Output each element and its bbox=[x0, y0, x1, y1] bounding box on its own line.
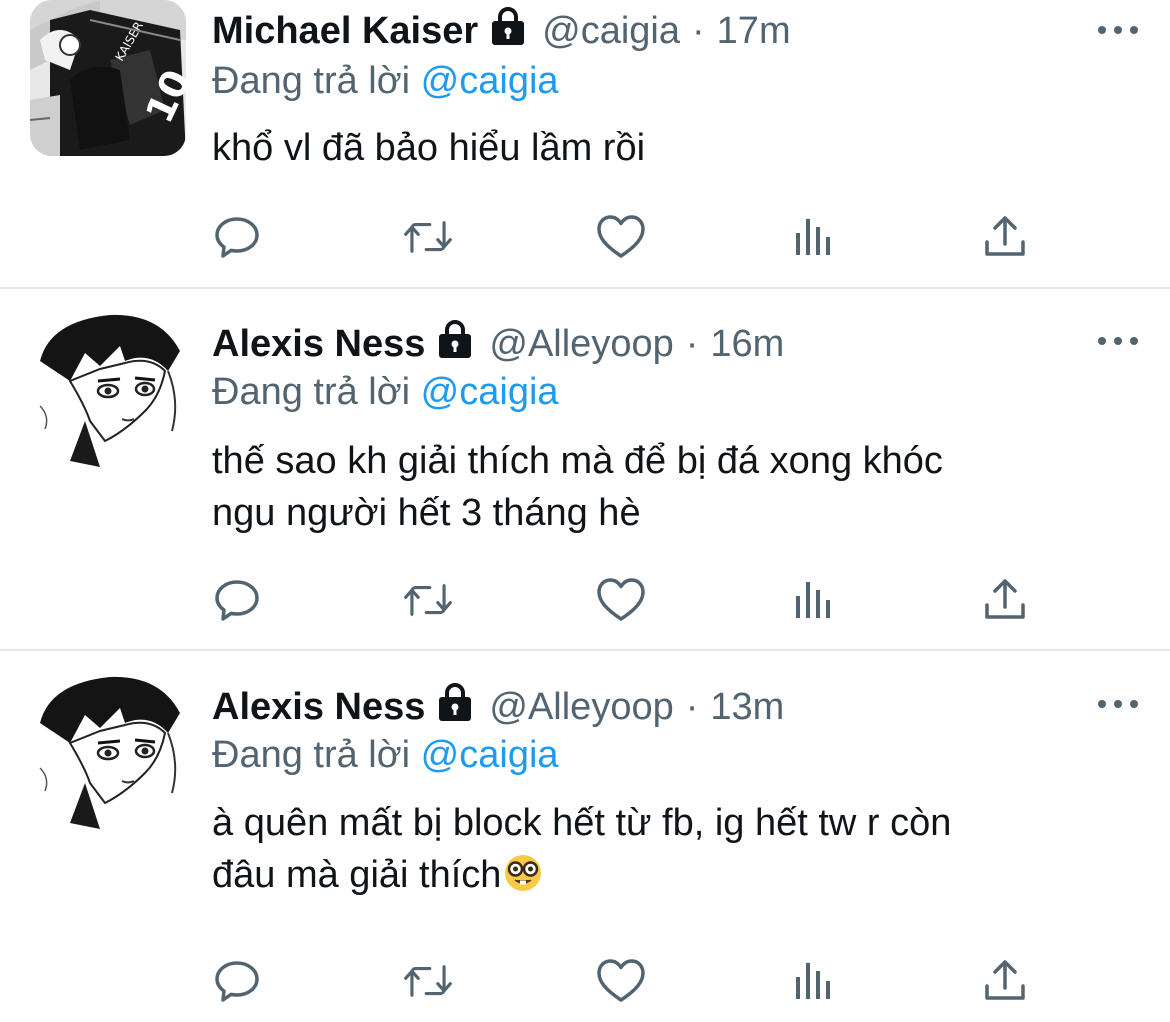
tweet-header: Alexis Ness @Alleyoop · 13m bbox=[212, 682, 1090, 732]
share-icon[interactable] bbox=[980, 575, 1030, 625]
ness-avatar-image bbox=[30, 311, 186, 467]
retweet-icon[interactable] bbox=[403, 956, 453, 1006]
display-name[interactable]: Alexis Ness bbox=[212, 684, 425, 730]
tweet-text: thế sao kh giải thích mà để bị đá xong k… bbox=[212, 435, 1110, 539]
tweet-text-line-2: đâu mà giải thích bbox=[212, 849, 1110, 907]
like-icon[interactable] bbox=[596, 212, 646, 262]
more-icon[interactable] bbox=[1098, 331, 1138, 351]
reply-icon[interactable] bbox=[212, 212, 262, 262]
display-name[interactable]: Michael Kaiser bbox=[212, 8, 478, 54]
lock-icon bbox=[488, 6, 528, 56]
like-icon[interactable] bbox=[596, 956, 646, 1006]
reply-mention[interactable]: @caigia bbox=[421, 60, 559, 102]
reply-prefix: Đang trả lời bbox=[212, 371, 411, 413]
avatar[interactable] bbox=[30, 673, 186, 829]
timestamp[interactable]: 13m bbox=[710, 684, 784, 730]
tweet-text-line: à quên mất bị block hết từ fb, ig hết tw… bbox=[212, 802, 952, 844]
more-icon[interactable] bbox=[1098, 694, 1138, 714]
replying-to: Đang trả lời @caigia bbox=[212, 58, 559, 104]
views-icon[interactable] bbox=[788, 575, 838, 625]
avatar[interactable] bbox=[30, 311, 186, 467]
display-name[interactable]: Alexis Ness bbox=[212, 321, 425, 367]
tweet-text: khổ vl đã bảo hiểu lầm rồi bbox=[212, 122, 1110, 174]
like-icon[interactable] bbox=[596, 575, 646, 625]
replying-to: Đang trả lời @caigia bbox=[212, 732, 559, 778]
tweet-text-line: ngu người hết 3 tháng hè bbox=[212, 492, 641, 534]
tweet-text-line: đâu mà giải thích bbox=[212, 854, 502, 896]
handle[interactable]: @Alleyoop bbox=[489, 684, 673, 730]
tweet-header: Michael Kaiser @caigia · 17m bbox=[212, 6, 1090, 56]
avatar[interactable]: KAISER 10 bbox=[30, 0, 186, 156]
tweet-text-line: thế sao kh giải thích mà để bị đá xong k… bbox=[212, 440, 943, 482]
ness-avatar-image bbox=[30, 673, 186, 829]
separator: · bbox=[692, 10, 705, 52]
reply-prefix: Đang trả lời bbox=[212, 734, 411, 776]
tweet-michael-kaiser[interactable]: KAISER 10 Michael Kaiser @caigia · 17m Đ… bbox=[0, 0, 1170, 287]
views-icon[interactable] bbox=[788, 212, 838, 262]
retweet-icon[interactable] bbox=[403, 575, 453, 625]
replying-to: Đang trả lời @caigia bbox=[212, 369, 559, 415]
reply-prefix: Đang trả lời bbox=[212, 60, 411, 102]
timestamp[interactable]: 17m bbox=[717, 8, 791, 54]
reply-icon[interactable] bbox=[212, 575, 262, 625]
tweet-actions bbox=[0, 575, 1170, 625]
tweet-actions bbox=[0, 956, 1170, 1006]
tweet-text: à quên mất bị block hết từ fb, ig hết tw… bbox=[212, 797, 1110, 907]
separator: · bbox=[685, 323, 699, 365]
reply-mention[interactable]: @caigia bbox=[421, 371, 559, 413]
tweet-header: Alexis Ness @Alleyoop · 16m bbox=[212, 319, 1090, 369]
lock-icon bbox=[435, 319, 475, 369]
nerd-face-emoji-icon bbox=[503, 853, 543, 907]
tweet-alexis-ness[interactable]: Alexis Ness @Alleyoop · 16m Đang trả lời… bbox=[0, 289, 1170, 649]
reply-icon[interactable] bbox=[212, 956, 262, 1006]
reply-mention[interactable]: @caigia bbox=[421, 734, 559, 776]
handle[interactable]: @Alleyoop bbox=[489, 321, 673, 367]
timestamp[interactable]: 16m bbox=[710, 321, 784, 367]
views-icon[interactable] bbox=[788, 956, 838, 1006]
lock-icon bbox=[435, 682, 475, 732]
retweet-icon[interactable] bbox=[403, 212, 453, 262]
separator: · bbox=[685, 686, 699, 728]
tweet-actions bbox=[0, 212, 1170, 262]
tweet-text-line: khổ vl đã bảo hiểu lầm rồi bbox=[212, 127, 646, 169]
share-icon[interactable] bbox=[980, 956, 1030, 1006]
more-icon[interactable] bbox=[1098, 20, 1138, 40]
share-icon[interactable] bbox=[980, 212, 1030, 262]
handle[interactable]: @caigia bbox=[542, 8, 680, 54]
tweet-alexis-ness[interactable]: Alexis Ness @Alleyoop · 13m Đang trả lời… bbox=[0, 651, 1170, 1022]
kaiser-avatar-image: KAISER 10 bbox=[30, 0, 186, 156]
